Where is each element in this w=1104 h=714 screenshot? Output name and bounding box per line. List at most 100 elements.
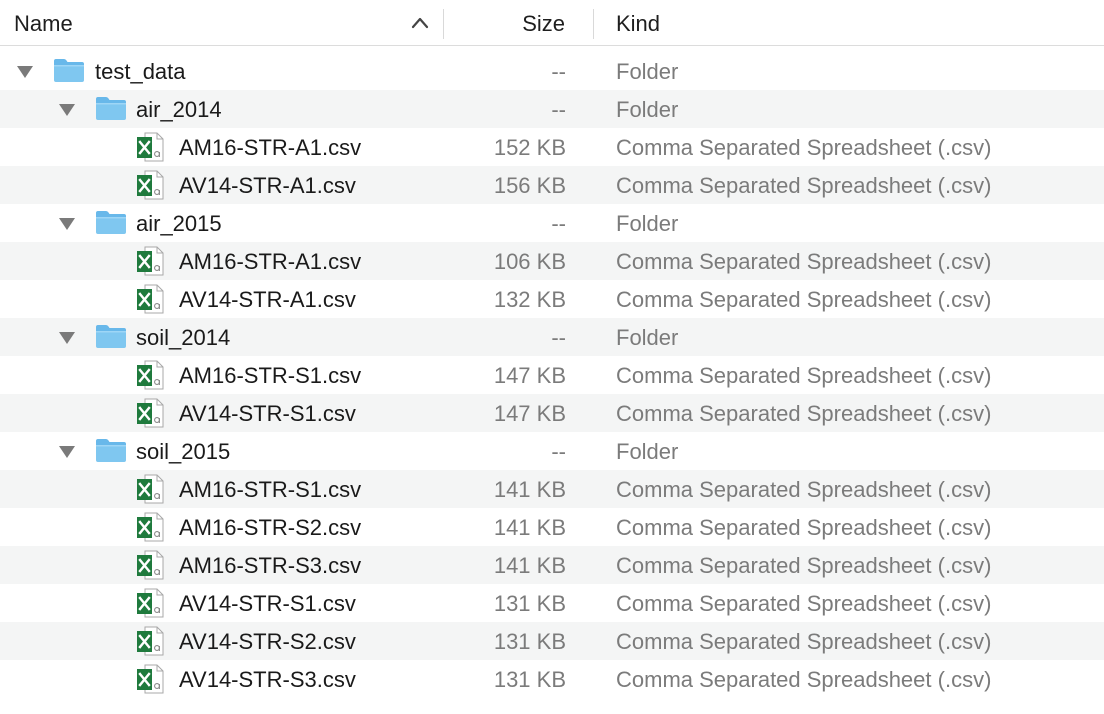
item-name[interactable]: AV14-STR-S1.csv — [179, 394, 356, 432]
excel-csv-file-icon — [137, 626, 164, 656]
file-row[interactable]: AM16-STR-A1.csv 152 KB Comma Separated Spr… — [0, 128, 1104, 166]
item-size: 141 KB — [493, 553, 566, 578]
disclosure-triangle-icon[interactable] — [16, 65, 34, 79]
item-kind: Comma Separated Spreadsheet (.csv) — [616, 135, 992, 160]
file-row[interactable]: AV14-STR-A1.csv 156 KB Comma Separated Spr… — [0, 166, 1104, 204]
item-name[interactable]: AM16-STR-S2.csv — [179, 508, 361, 546]
file-row[interactable]: AM16-STR-S3.csv 141 KB Comma Separated Spr… — [0, 546, 1104, 584]
excel-csv-file-icon — [137, 246, 164, 276]
folder-row[interactable]: air_2014 -- Folder — [0, 90, 1104, 128]
folder-row[interactable]: soil_2014 -- Folder — [0, 318, 1104, 356]
folder-row[interactable]: air_2015 -- Folder — [0, 204, 1104, 242]
folder-row[interactable]: soil_2015 -- Folder — [0, 432, 1104, 470]
item-size: -- — [551, 59, 566, 84]
item-name[interactable]: test_data — [95, 52, 186, 90]
excel-csv-file-icon — [137, 360, 164, 390]
file-row[interactable]: AV14-STR-S1.csv 147 KB Comma Separated Spr… — [0, 394, 1104, 432]
item-kind: Folder — [616, 439, 679, 464]
item-kind: Comma Separated Spreadsheet (.csv) — [616, 667, 992, 692]
item-kind: Comma Separated Spreadsheet (.csv) — [616, 363, 992, 388]
column-header-size[interactable]: Size — [443, 0, 593, 46]
folder-row[interactable]: test_data -- Folder — [0, 52, 1104, 90]
file-row[interactable]: AV14-STR-S1.csv 131 KB Comma Separated Spr… — [0, 584, 1104, 622]
item-size: 131 KB — [493, 591, 566, 616]
item-name[interactable]: AM16-STR-A1.csv — [179, 128, 361, 166]
excel-csv-file-icon — [137, 512, 164, 542]
item-kind: Comma Separated Spreadsheet (.csv) — [616, 553, 992, 578]
excel-csv-file-icon — [137, 132, 164, 162]
item-name[interactable]: AV14-STR-S3.csv — [179, 660, 356, 698]
disclosure-triangle-icon[interactable] — [58, 445, 76, 459]
file-row[interactable]: AM16-STR-S2.csv 141 KB Comma Separated Spr… — [0, 508, 1104, 546]
excel-csv-file-icon — [137, 550, 164, 580]
item-kind: Comma Separated Spreadsheet (.csv) — [616, 249, 992, 274]
item-kind: Comma Separated Spreadsheet (.csv) — [616, 173, 992, 198]
disclosure-triangle-icon[interactable] — [58, 217, 76, 231]
item-name[interactable]: soil_2014 — [136, 318, 230, 356]
item-kind: Folder — [616, 97, 679, 122]
item-name[interactable]: AV14-STR-S2.csv — [179, 622, 356, 660]
item-size: 141 KB — [493, 477, 566, 502]
column-header-name-label: Name — [14, 11, 73, 36]
item-name[interactable]: AV14-STR-S1.csv — [179, 584, 356, 622]
file-row[interactable]: AM16-STR-A1.csv 106 KB Comma Separated Spr… — [0, 242, 1104, 280]
item-kind: Comma Separated Spreadsheet (.csv) — [616, 401, 992, 426]
item-name[interactable]: soil_2015 — [136, 432, 230, 470]
excel-csv-file-icon — [137, 398, 164, 428]
item-size: 141 KB — [493, 515, 566, 540]
excel-csv-file-icon — [137, 664, 164, 694]
item-size: 132 KB — [493, 287, 566, 312]
item-size: 147 KB — [493, 363, 566, 388]
item-size: 152 KB — [493, 135, 566, 160]
item-size: 147 KB — [493, 401, 566, 426]
item-kind: Folder — [616, 325, 679, 350]
file-row[interactable]: AV14-STR-S3.csv 131 KB Comma Separated Spr… — [0, 660, 1104, 698]
item-name[interactable]: AV14-STR-A1.csv — [179, 166, 356, 204]
file-row[interactable]: AV14-STR-S2.csv 131 KB Comma Separated Spr… — [0, 622, 1104, 660]
column-header-size-label: Size — [522, 11, 565, 36]
excel-csv-file-icon — [137, 170, 164, 200]
disclosure-triangle-icon[interactable] — [58, 331, 76, 345]
excel-csv-file-icon — [137, 284, 164, 314]
item-name[interactable]: air_2014 — [136, 90, 222, 128]
file-row[interactable]: AM16-STR-S1.csv 147 KB Comma Separated Spr… — [0, 356, 1104, 394]
item-name[interactable]: AM16-STR-S1.csv — [179, 470, 361, 508]
item-name[interactable]: AM16-STR-A1.csv — [179, 242, 361, 280]
column-header-kind[interactable]: Kind — [593, 0, 1104, 46]
finder-list-view: Name Size Kind test_data -- Folder air_2014… — [0, 0, 1104, 714]
item-name[interactable]: air_2015 — [136, 204, 222, 242]
file-row[interactable]: AM16-STR-S1.csv 141 KB Comma Separated Spr… — [0, 470, 1104, 508]
item-size: 156 KB — [493, 173, 566, 198]
excel-csv-file-icon — [137, 474, 164, 504]
chevron-up-icon[interactable] — [411, 16, 429, 30]
item-kind: Folder — [616, 59, 679, 84]
file-row[interactable]: AV14-STR-A1.csv 132 KB Comma Separated Spr… — [0, 280, 1104, 318]
item-size: 106 KB — [493, 249, 566, 274]
item-size: -- — [551, 97, 566, 122]
item-size: -- — [551, 325, 566, 350]
disclosure-triangle-icon[interactable] — [58, 103, 76, 117]
item-kind: Comma Separated Spreadsheet (.csv) — [616, 515, 992, 540]
column-header-name[interactable]: Name — [0, 0, 443, 46]
folder-icon — [96, 97, 126, 120]
item-size: -- — [551, 211, 566, 236]
item-kind: Comma Separated Spreadsheet (.csv) — [616, 629, 992, 654]
folder-icon — [96, 439, 126, 462]
folder-icon — [54, 59, 84, 82]
item-kind: Comma Separated Spreadsheet (.csv) — [616, 287, 992, 312]
item-name[interactable]: AM16-STR-S3.csv — [179, 546, 361, 584]
item-size: -- — [551, 439, 566, 464]
item-name[interactable]: AM16-STR-S1.csv — [179, 356, 361, 394]
excel-csv-file-icon — [137, 588, 164, 618]
file-list: test_data -- Folder air_2014 -- Folder AM16-ST… — [0, 52, 1104, 698]
item-name[interactable]: AV14-STR-A1.csv — [179, 280, 356, 318]
item-kind: Comma Separated Spreadsheet (.csv) — [616, 477, 992, 502]
column-header-kind-label: Kind — [616, 11, 661, 36]
item-kind: Comma Separated Spreadsheet (.csv) — [616, 591, 992, 616]
item-size: 131 KB — [493, 667, 566, 692]
folder-icon — [96, 325, 126, 348]
column-header: Name Size Kind — [0, 0, 1104, 46]
item-size: 131 KB — [493, 629, 566, 654]
folder-icon — [96, 211, 126, 234]
item-kind: Folder — [616, 211, 679, 236]
